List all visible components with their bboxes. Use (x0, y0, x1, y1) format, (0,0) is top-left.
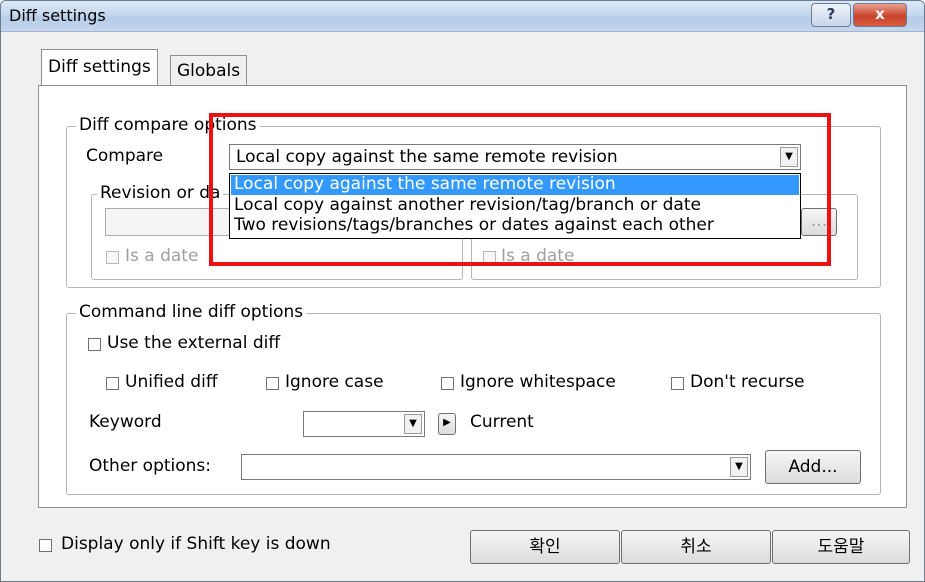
revision-group-left-title: Revision or da (97, 183, 224, 203)
diff-settings-dialog: Diff settings ? x Diff settings Globals … (0, 0, 925, 582)
tab-diff-settings-label: Diff settings (48, 57, 151, 77)
compare-label: Compare (86, 146, 164, 166)
help-title-button[interactable]: ? (811, 3, 851, 27)
shift-key-label: Display only if Shift key is down (61, 534, 331, 554)
highlight-box (209, 113, 831, 266)
other-options-select[interactable]: ▼ (241, 454, 751, 480)
ignore-case-checkbox[interactable] (266, 377, 279, 390)
command-line-options-title: Command line diff options (76, 302, 307, 322)
window-title: Diff settings (9, 6, 106, 25)
other-options-label: Other options: (89, 456, 212, 476)
help-button[interactable]: 도움말 (772, 530, 910, 564)
use-external-diff-checkbox[interactable] (88, 338, 101, 351)
close-button[interactable]: x (853, 3, 907, 27)
tab-globals-label: Globals (177, 61, 241, 81)
chevron-down-icon[interactable]: ▼ (404, 414, 422, 434)
ignore-whitespace-label: Ignore whitespace (460, 372, 616, 392)
current-label: Current (470, 412, 534, 432)
tab-diff-settings[interactable]: Diff settings (41, 49, 158, 86)
add-button[interactable]: Add... (765, 450, 861, 484)
unified-diff-checkbox[interactable] (106, 377, 119, 390)
is-date-left-checkbox[interactable] (106, 251, 119, 264)
ignore-whitespace-checkbox[interactable] (441, 377, 454, 390)
keyword-label: Keyword (89, 412, 162, 432)
shift-key-checkbox[interactable] (39, 539, 52, 552)
ok-button[interactable]: 확인 (470, 530, 620, 564)
tab-globals[interactable]: Globals (170, 55, 248, 86)
ignore-case-label: Ignore case (285, 372, 384, 392)
keyword-select[interactable]: ▼ (303, 411, 425, 437)
use-external-diff-label: Use the external diff (107, 333, 281, 353)
title-bar: Diff settings ? x (1, 1, 924, 32)
unified-diff-label: Unified diff (125, 372, 218, 392)
chevron-down-icon[interactable]: ▼ (730, 457, 748, 477)
dont-recurse-checkbox[interactable] (671, 377, 684, 390)
dont-recurse-label: Don't recurse (690, 372, 805, 392)
play-arrow-icon[interactable]: ▶ (438, 413, 456, 435)
cancel-button[interactable]: 취소 (621, 530, 771, 564)
is-date-left-label: Is a date (125, 246, 199, 266)
